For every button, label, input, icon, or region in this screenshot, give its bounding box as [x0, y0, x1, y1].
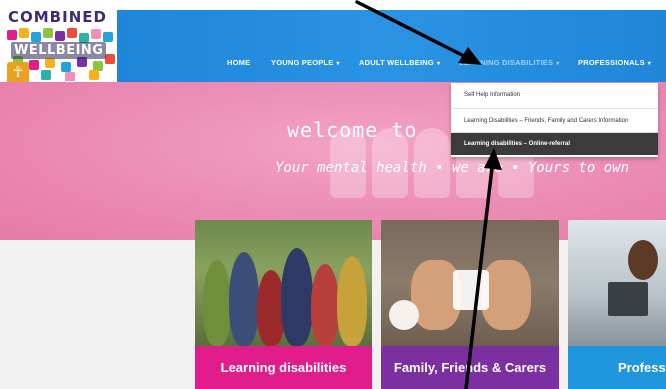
chevron-down-icon: ▾	[647, 61, 651, 67]
learning-disabilities-dropdown: Self Help Information Learning Disabilit…	[451, 83, 658, 157]
hands-family-photo	[381, 220, 559, 346]
card-title: Professi	[618, 360, 666, 375]
nav-item-adult-wellbeing[interactable]: ADULT WELLBEING ▾	[359, 58, 440, 67]
dropdown-item-online-referral[interactable]: Learning disabilities – Online-referral	[451, 133, 658, 155]
card-title: Learning disabilities	[220, 360, 347, 375]
logo-text-wellbeing: WELLBEING	[11, 42, 107, 59]
card-family-friends-carers[interactable]: Family, Friends & Carers	[381, 220, 559, 389]
nav-item-young-people[interactable]: YOUNG PEOPLE ▾	[271, 58, 340, 67]
nav-item-home[interactable]: HOME	[227, 58, 250, 67]
hero-subtitle: Your mental health • we are • Yours to o…	[275, 160, 630, 176]
logo-text-combined: COMBINED	[8, 8, 107, 26]
card-learning-disabilities[interactable]: Learning disabilities	[195, 220, 372, 389]
card-title: Family, Friends & Carers	[393, 360, 547, 375]
dropdown-item-self-help[interactable]: Self Help Information	[451, 84, 658, 106]
group-photo	[195, 220, 372, 346]
nav-item-learning-disabilities[interactable]: LEARNING DISABILITIES ▾	[459, 58, 559, 67]
chevron-down-icon: ▾	[436, 61, 441, 67]
card-professionals[interactable]: Professi	[568, 220, 666, 389]
chevron-down-icon: ▾	[556, 61, 560, 67]
main-navigation	[117, 10, 666, 82]
nav-item-professionals[interactable]: PROFESSIONALS ▾	[578, 58, 651, 67]
hero-title: welcome to	[287, 118, 418, 142]
divider	[451, 108, 658, 109]
accessibility-icon[interactable]: ☥	[7, 62, 29, 84]
dropdown-item-friends-family-carers[interactable]: Learning Disabilities – Friends, Family …	[451, 110, 658, 132]
office-photo	[568, 220, 666, 346]
chevron-down-icon: ▾	[336, 61, 340, 67]
